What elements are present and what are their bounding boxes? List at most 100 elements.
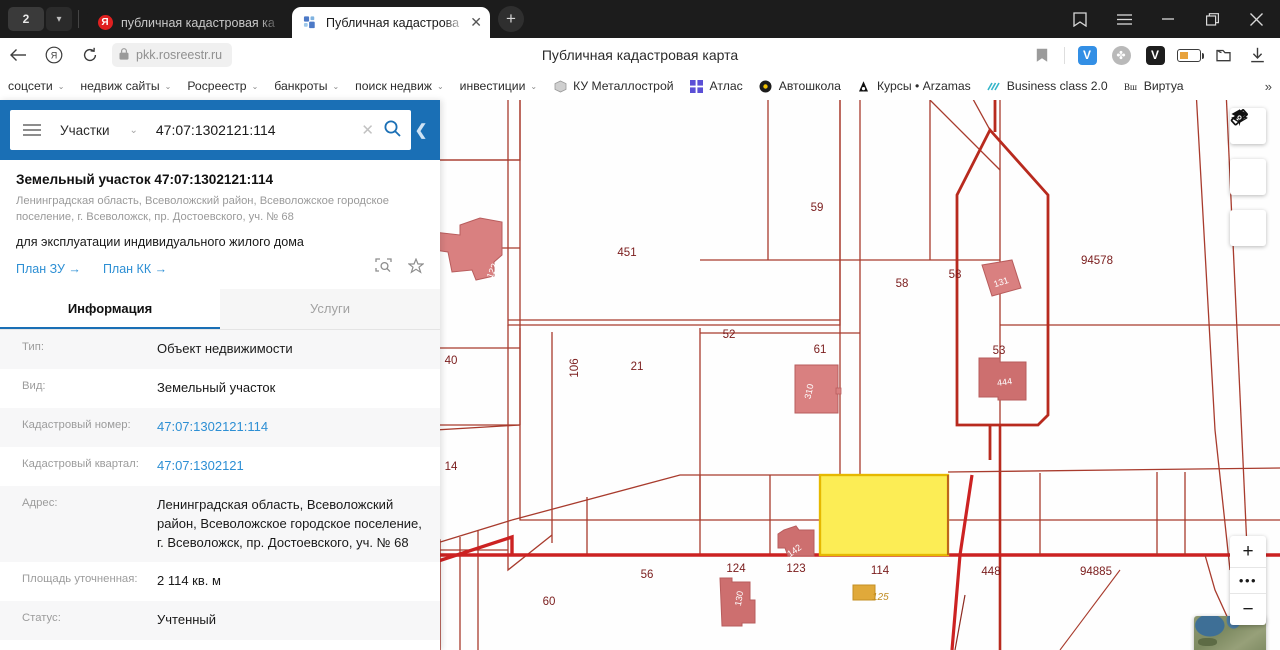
- adblock-glyph: ✤: [1111, 45, 1131, 65]
- svg-text:40: 40: [445, 355, 458, 367]
- plan-kk-link[interactable]: План КК →: [103, 262, 167, 276]
- svg-text:58: 58: [896, 278, 909, 290]
- table-row: Площадь уточненная: 2 114 кв. м: [0, 562, 440, 602]
- search-results-panel: Участки ⌄ 47:07:1302121:114 ✕ ❮ Земельны…: [0, 100, 440, 650]
- tab-list-chevron-icon[interactable]: ▾: [46, 7, 72, 31]
- titlebar-divider: [78, 10, 79, 28]
- reload-icon[interactable]: [72, 40, 108, 70]
- bookmark-label: недвиж сайты: [80, 79, 160, 93]
- menu-icon[interactable]: [1102, 0, 1146, 38]
- yandex-assistant-icon[interactable]: Я: [36, 40, 72, 70]
- table-row: Кадастровый номер: 47:07:1302121:114: [0, 408, 440, 447]
- chevron-down-icon: ⌄: [164, 81, 172, 91]
- v-dark-letter: V: [1145, 45, 1165, 65]
- svg-text:444: 444: [996, 376, 1012, 388]
- bookmark-label: Курсы • Arzamas: [876, 79, 971, 93]
- row-value: Земельный участок: [157, 380, 276, 396]
- collections-icon[interactable]: [1058, 0, 1102, 38]
- row-key: Площадь уточненная:: [22, 573, 138, 586]
- table-row: Категория земель: Земли населённых пункт…: [0, 640, 440, 650]
- search-field-group[interactable]: Участки ⌄ 47:07:1302121:114 ✕: [10, 110, 411, 150]
- minimize-icon[interactable]: [1146, 0, 1190, 38]
- chevron-down-icon[interactable]: ⌄: [130, 125, 138, 136]
- result-action-icons: [375, 257, 425, 279]
- tab-inactive[interactable]: Я публичная кадастровая ка: [87, 7, 292, 38]
- atlas-icon: [690, 79, 704, 93]
- v-dark-icon[interactable]: V: [1140, 41, 1170, 69]
- vpn-v-icon[interactable]: V: [1072, 41, 1102, 69]
- zoom-more-button[interactable]: •••: [1230, 567, 1266, 594]
- zoom-out-button[interactable]: −: [1230, 594, 1266, 625]
- bookmark-label: инвестиции: [459, 79, 526, 93]
- tab-services[interactable]: Услуги: [220, 289, 440, 330]
- row-value: Объект недвижимости: [157, 341, 293, 357]
- chevron-down-icon: ⌄: [251, 81, 259, 91]
- bookmark-label: Business class 2.0: [1006, 79, 1108, 93]
- address-text: pkk.rosreestr.ru: [136, 48, 223, 62]
- tab-active[interactable]: Публичная кадастрова ✕: [292, 7, 490, 38]
- bookmark-folder-socseti[interactable]: соцсети ⌄: [0, 74, 72, 98]
- search-icon[interactable]: [384, 120, 401, 141]
- search-category[interactable]: Участки: [60, 123, 110, 138]
- tab-title: Публичная кадастрова: [326, 15, 460, 30]
- yandex-icon: Я: [97, 15, 113, 31]
- zoom-in-button[interactable]: +: [1230, 536, 1266, 567]
- bookmark-atlas[interactable]: Атлас: [682, 74, 751, 98]
- result-title: Земельный участок 47:07:1302121:114: [16, 172, 274, 187]
- panel-tabs: Информация Услуги: [0, 289, 440, 331]
- collapse-panel-button[interactable]: ❮: [414, 121, 428, 139]
- bookmark-arzamas[interactable]: Курсы • Arzamas: [849, 74, 979, 98]
- tab-information[interactable]: Информация: [0, 289, 220, 330]
- bookmark-label: Атлас: [709, 79, 743, 93]
- bookmark-label: Автошкола: [778, 79, 841, 93]
- adblock-icon[interactable]: ✤: [1106, 41, 1136, 69]
- bookmarks-overflow-icon[interactable]: »: [1257, 79, 1280, 94]
- svg-text:58: 58: [949, 269, 962, 281]
- clear-search-icon[interactable]: ✕: [351, 121, 384, 139]
- address-bar[interactable]: pkk.rosreestr.ru: [112, 43, 233, 67]
- vpn-letter: V: [1077, 45, 1097, 65]
- close-icon[interactable]: [1234, 0, 1278, 38]
- bookmark-folder-bankroty[interactable]: банкроты ⌄: [266, 74, 347, 98]
- locate-target-icon[interactable]: [1230, 108, 1266, 246]
- bookmark-business-class[interactable]: Business class 2.0: [979, 74, 1116, 98]
- new-tab-button[interactable]: +: [498, 6, 524, 32]
- battery-icon[interactable]: [1174, 41, 1204, 69]
- result-address: Ленинградская область, Всеволожский райо…: [16, 195, 390, 224]
- bookmark-folder-investicii[interactable]: инвестиции ⌄: [452, 74, 545, 98]
- back-icon[interactable]: [0, 40, 36, 70]
- favorite-star-icon[interactable]: [407, 257, 425, 279]
- tab-counter-button[interactable]: 2: [8, 7, 44, 31]
- bookmark-folder-nedvizh-sajty[interactable]: недвиж сайты ⌄: [72, 74, 179, 98]
- svg-text:53: 53: [993, 345, 1006, 357]
- row-value[interactable]: 47:07:1302121: [157, 457, 424, 476]
- profile-icon[interactable]: [1208, 41, 1238, 69]
- maximize-icon[interactable]: [1190, 0, 1234, 38]
- zoom-to-extent-icon[interactable]: [375, 258, 392, 279]
- bookmark-icon[interactable]: [1027, 41, 1057, 69]
- svg-text:60: 60: [543, 596, 556, 608]
- measure-ruler-icon[interactable]: [1230, 109, 1266, 195]
- result-summary: Земельный участок 47:07:1302121:114 Лени…: [0, 160, 440, 289]
- bookmark-virtua[interactable]: Вш Виртуа: [1116, 74, 1192, 98]
- close-tab-icon[interactable]: ✕: [470, 14, 482, 31]
- row-value[interactable]: 47:07:1302121:114: [157, 418, 424, 437]
- window-controls: [1058, 0, 1280, 38]
- bookmark-folder-poisk-nedvizh[interactable]: поиск недвиж ⌄: [347, 74, 452, 98]
- search-bar: Участки ⌄ 47:07:1302121:114 ✕ ❮: [0, 100, 440, 160]
- rosreestr-icon: [302, 15, 318, 31]
- hamburger-icon[interactable]: [20, 124, 46, 136]
- downloads-icon[interactable]: [1242, 41, 1272, 69]
- map-tool-buttons: [1230, 108, 1266, 246]
- bookmark-ku-metallostroj[interactable]: КУ Металлострой: [545, 74, 681, 98]
- result-permitted-use: для эксплуатации индивидуального жилого …: [16, 235, 304, 250]
- svg-text:56: 56: [641, 569, 654, 581]
- search-input[interactable]: 47:07:1302121:114: [156, 122, 352, 138]
- toolbar-right-icons: V ✤ V: [1025, 41, 1280, 69]
- svg-text:Я: Я: [51, 51, 58, 61]
- bookmark-avtoshkola[interactable]: Автошкола: [751, 74, 849, 98]
- plan-zu-link[interactable]: План ЗУ →: [16, 262, 81, 276]
- chevron-down-icon: ⌄: [530, 81, 538, 91]
- bookmark-folder-rosreestr[interactable]: Росреестр ⌄: [179, 74, 266, 98]
- svg-text:125: 125: [872, 592, 889, 603]
